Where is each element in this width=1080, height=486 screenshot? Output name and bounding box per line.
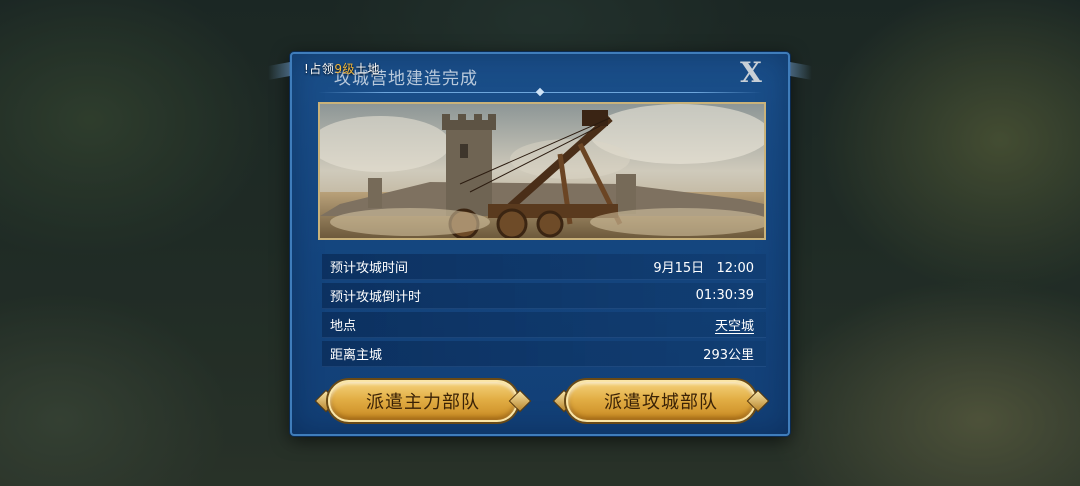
dispatch-main-button-wrap: 派遣主力部队 [314, 378, 532, 424]
location-link[interactable]: 天空城 [715, 315, 754, 334]
siege-time-value: 9月15日 12:00 [653, 261, 754, 276]
info-row-location: 地点 天空城 [322, 312, 766, 338]
location-label: 地点 [330, 319, 357, 334]
siege-time-label: 预计攻城时间 [330, 261, 409, 276]
siege-info-table: 预计攻城时间 9月15日 12:00 预计攻城倒计时 01:30:39 地点 天… [322, 254, 766, 370]
siege-banner-image [318, 102, 766, 240]
siege-camp-complete-dialog: 攻城营地建造完成 X 预计攻城时间 9月15日 12:00 预计攻城倒计时 01… [290, 52, 790, 436]
info-row-countdown: 预计攻城倒计时 01:30:39 [322, 283, 766, 309]
dispatch-siege-button-wrap: 派遣攻城部队 [552, 378, 770, 424]
catapult-castle-illustration [320, 104, 764, 238]
countdown-label: 预计攻城倒计时 [330, 290, 422, 305]
dispatch-main-force-button[interactable]: 派遣主力部队 [328, 380, 518, 422]
notice-level-highlight: 9级 [334, 62, 355, 76]
distance-value: 293公里 [703, 348, 754, 363]
info-row-siege-time: 预计攻城时间 9月15日 12:00 [322, 254, 766, 280]
notice-prefix: !占领 [304, 62, 335, 76]
divider-diamond-icon [535, 87, 545, 97]
title-divider [318, 87, 762, 97]
dispatch-siege-force-button[interactable]: 派遣攻城部队 [566, 380, 756, 422]
close-icon[interactable]: X [736, 58, 766, 88]
notice-suffix: 土地 [354, 62, 380, 76]
occupy-land-notice: !占领9级土地 [304, 60, 380, 77]
info-row-distance: 距离主城 293公里 [322, 341, 766, 367]
distance-label: 距离主城 [330, 348, 383, 363]
countdown-value: 01:30:39 [695, 288, 754, 303]
